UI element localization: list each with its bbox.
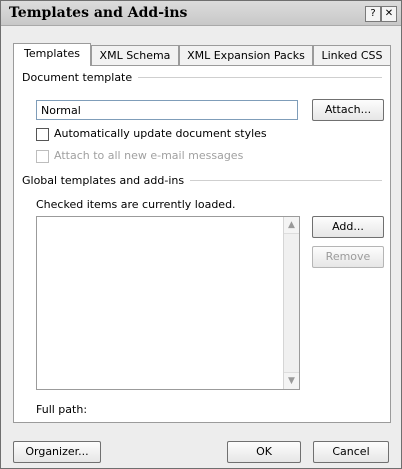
document-template-field[interactable]: Normal [36, 100, 298, 120]
auto-update-label: Automatically update document styles [54, 127, 267, 140]
templates-panel: Document template Normal Attach... Autom… [13, 65, 391, 423]
window-title: Templates and Add-ins [9, 5, 188, 21]
templates-addins-dialog: Templates and Add-ins ? ✕ Templates XML … [0, 0, 402, 469]
close-icon[interactable]: ✕ [381, 6, 397, 22]
loaded-note: Checked items are currently loaded. [36, 198, 236, 211]
help-icon[interactable]: ? [365, 6, 381, 22]
tab-xml-schema[interactable]: XML Schema [91, 45, 179, 65]
full-path-label: Full path: [36, 403, 88, 416]
tab-xml-expansion-packs[interactable]: XML Expansion Packs [179, 45, 313, 65]
attach-email-label: Attach to all new e-mail messages [54, 149, 244, 162]
cancel-button[interactable]: Cancel [313, 441, 389, 463]
add-button[interactable]: Add... [312, 216, 384, 238]
tab-linked-css[interactable]: Linked CSS [313, 45, 391, 65]
addins-listbox[interactable]: ▲ ▼ [36, 216, 300, 390]
auto-update-checkbox[interactable] [36, 128, 49, 141]
attach-button[interactable]: Attach... [312, 99, 384, 121]
document-template-label: Document template [22, 71, 139, 84]
global-templates-label: Global templates and add-ins [22, 174, 191, 187]
scroll-up-icon[interactable]: ▲ [284, 217, 299, 234]
remove-button[interactable]: Remove [312, 246, 384, 268]
organizer-button[interactable]: Organizer... [13, 441, 101, 463]
tab-templates[interactable]: Templates [13, 43, 91, 66]
listbox-scrollbar[interactable]: ▲ ▼ [283, 217, 299, 389]
scroll-down-icon[interactable]: ▼ [284, 372, 299, 389]
attach-email-checkbox[interactable] [36, 150, 49, 163]
title-bar: Templates and Add-ins ? ✕ [1, 1, 401, 26]
ok-button[interactable]: OK [227, 441, 301, 463]
